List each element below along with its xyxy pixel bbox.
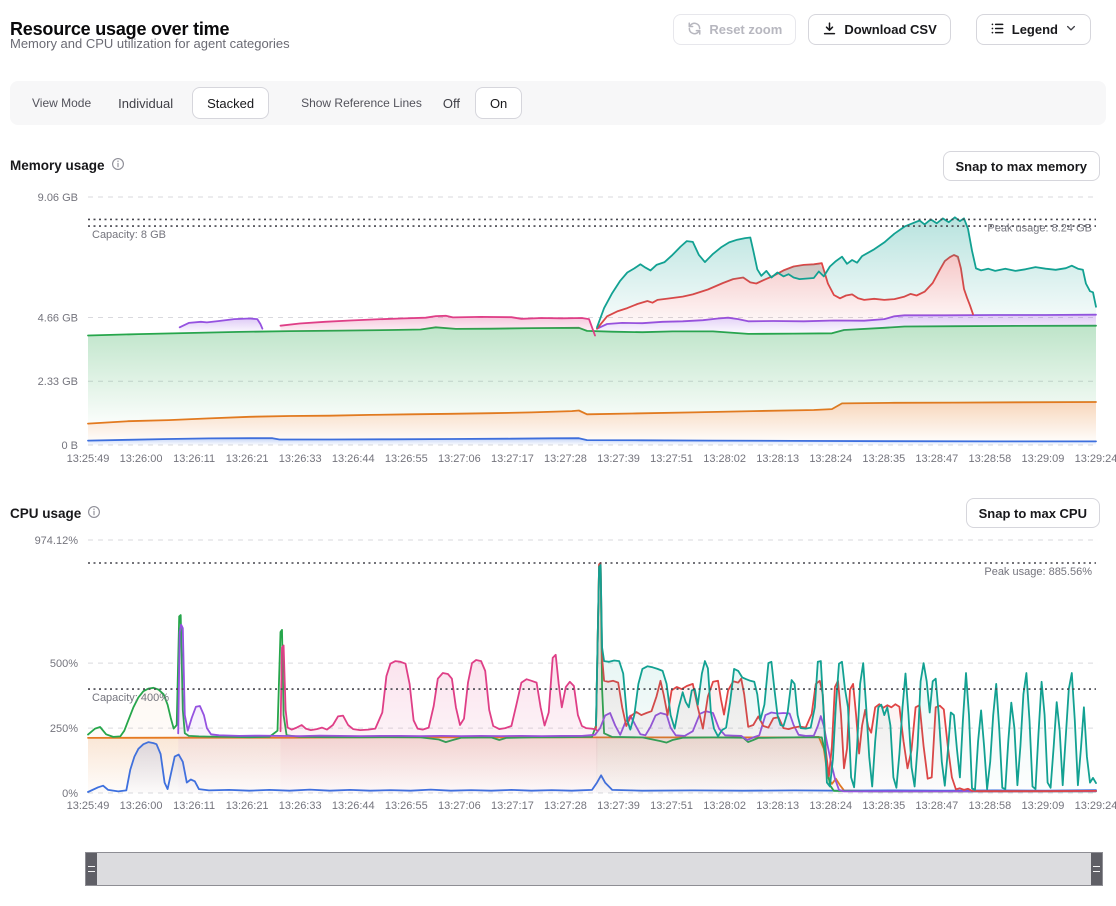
svg-text:13:29:09: 13:29:09 xyxy=(1022,800,1065,812)
svg-text:13:28:02: 13:28:02 xyxy=(703,453,746,465)
view-mode-stacked[interactable]: Stacked xyxy=(192,87,269,119)
svg-text:13:29:09: 13:29:09 xyxy=(1022,453,1065,465)
svg-text:250%: 250% xyxy=(50,723,78,735)
brush-handle-left[interactable] xyxy=(86,853,97,885)
svg-text:13:28:58: 13:28:58 xyxy=(968,453,1011,465)
svg-text:13:26:55: 13:26:55 xyxy=(385,453,428,465)
svg-text:13:28:13: 13:28:13 xyxy=(756,800,799,812)
svg-text:13:27:17: 13:27:17 xyxy=(491,800,534,812)
svg-text:13:26:00: 13:26:00 xyxy=(120,800,163,812)
show-reference-lines-label: Show Reference Lines xyxy=(301,96,422,110)
svg-text:9.06 GB: 9.06 GB xyxy=(38,192,78,204)
svg-text:13:27:51: 13:27:51 xyxy=(650,800,693,812)
svg-text:13:27:06: 13:27:06 xyxy=(438,800,481,812)
svg-text:13:26:33: 13:26:33 xyxy=(279,800,322,812)
svg-text:Peak usage: 8.24 GB: Peak usage: 8.24 GB xyxy=(987,222,1092,234)
grip-icon xyxy=(88,866,95,872)
svg-text:13:27:28: 13:27:28 xyxy=(544,453,587,465)
cpu-section-header: CPU usage xyxy=(10,505,101,523)
svg-text:4.66 GB: 4.66 GB xyxy=(38,312,78,324)
reset-zoom-label: Reset zoom xyxy=(709,22,782,37)
brush-handle-right[interactable] xyxy=(1091,853,1102,885)
reference-lines-on[interactable]: On xyxy=(475,87,522,119)
svg-text:13:26:11: 13:26:11 xyxy=(173,453,215,465)
download-icon xyxy=(822,21,837,39)
svg-text:13:26:11: 13:26:11 xyxy=(173,800,215,812)
svg-text:13:29:24: 13:29:24 xyxy=(1075,453,1116,465)
svg-text:13:25:49: 13:25:49 xyxy=(67,453,110,465)
svg-text:13:28:58: 13:28:58 xyxy=(968,800,1011,812)
svg-text:13:26:00: 13:26:00 xyxy=(120,453,163,465)
info-icon[interactable] xyxy=(87,505,101,522)
memory-usage-title-text: Memory usage xyxy=(10,158,105,173)
svg-text:13:27:17: 13:27:17 xyxy=(491,453,534,465)
svg-text:13:28:35: 13:28:35 xyxy=(862,453,905,465)
view-mode-label: View Mode xyxy=(32,96,91,110)
svg-text:13:28:24: 13:28:24 xyxy=(809,453,852,465)
memory-usage-chart[interactable]: 9.06 GB 4.66 GB 2.33 GB 0 B13:25:49 13:26:00… xyxy=(0,188,1116,480)
svg-text:13:27:39: 13:27:39 xyxy=(597,453,640,465)
svg-text:0 B: 0 B xyxy=(61,440,78,452)
memory-usage-title: Memory usage xyxy=(10,157,125,174)
time-range-brush[interactable] xyxy=(85,852,1103,886)
svg-text:13:28:24: 13:28:24 xyxy=(809,800,852,812)
svg-text:2.33 GB: 2.33 GB xyxy=(38,376,78,388)
svg-text:13:26:44: 13:26:44 xyxy=(332,453,375,465)
svg-text:13:27:06: 13:27:06 xyxy=(438,453,481,465)
memory-section-header: Memory usage xyxy=(10,157,125,175)
toolbar: Reset zoom Download CSV Legend xyxy=(673,14,1091,45)
view-mode-individual[interactable]: Individual xyxy=(118,96,173,111)
svg-text:974.12%: 974.12% xyxy=(35,535,79,547)
svg-text:13:27:28: 13:27:28 xyxy=(544,800,587,812)
svg-text:500%: 500% xyxy=(50,658,78,670)
svg-text:13:28:13: 13:28:13 xyxy=(756,453,799,465)
svg-text:13:28:35: 13:28:35 xyxy=(862,800,905,812)
reset-zoom-button[interactable]: Reset zoom xyxy=(673,14,796,45)
download-csv-label: Download CSV xyxy=(844,22,936,37)
cpu-usage-title: CPU usage xyxy=(10,505,101,522)
svg-text:13:26:21: 13:26:21 xyxy=(226,453,269,465)
grip-icon xyxy=(1093,866,1100,872)
cpu-usage-chart[interactable]: 974.12% 500% 250% 0%13:25:49 13:26:00 13:26:1… xyxy=(0,530,1116,830)
page-subtitle: Memory and CPU utilization for agent cat… xyxy=(10,36,290,51)
svg-text:Capacity: 400%: Capacity: 400% xyxy=(92,692,169,704)
legend-label: Legend xyxy=(1012,22,1058,37)
svg-text:13:28:47: 13:28:47 xyxy=(915,453,958,465)
info-icon[interactable] xyxy=(111,157,125,174)
svg-text:Peak usage: 885.56%: Peak usage: 885.56% xyxy=(984,566,1092,578)
svg-text:0%: 0% xyxy=(62,788,78,800)
svg-text:13:26:21: 13:26:21 xyxy=(226,800,269,812)
svg-text:13:28:47: 13:28:47 xyxy=(915,800,958,812)
snap-to-max-cpu-button[interactable]: Snap to max CPU xyxy=(966,498,1100,528)
svg-text:13:26:33: 13:26:33 xyxy=(279,453,322,465)
svg-text:13:27:51: 13:27:51 xyxy=(650,453,693,465)
legend-list-icon xyxy=(990,21,1005,39)
svg-text:13:25:49: 13:25:49 xyxy=(67,800,110,812)
svg-text:13:29:24: 13:29:24 xyxy=(1075,800,1116,812)
cpu-usage-title-text: CPU usage xyxy=(10,506,81,521)
chevron-down-icon xyxy=(1065,22,1077,37)
controls-bar: View Mode Individual Stacked Show Refere… xyxy=(10,81,1106,125)
legend-button[interactable]: Legend xyxy=(976,14,1091,45)
svg-text:13:26:55: 13:26:55 xyxy=(385,800,428,812)
reference-lines-off[interactable]: Off xyxy=(443,96,460,111)
svg-text:Capacity: 8 GB: Capacity: 8 GB xyxy=(92,229,166,241)
download-csv-button[interactable]: Download CSV xyxy=(808,14,950,45)
svg-text:13:27:39: 13:27:39 xyxy=(597,800,640,812)
svg-text:13:28:02: 13:28:02 xyxy=(703,800,746,812)
refresh-icon xyxy=(687,21,702,39)
svg-text:13:26:44: 13:26:44 xyxy=(332,800,375,812)
snap-to-max-memory-button[interactable]: Snap to max memory xyxy=(943,151,1101,181)
